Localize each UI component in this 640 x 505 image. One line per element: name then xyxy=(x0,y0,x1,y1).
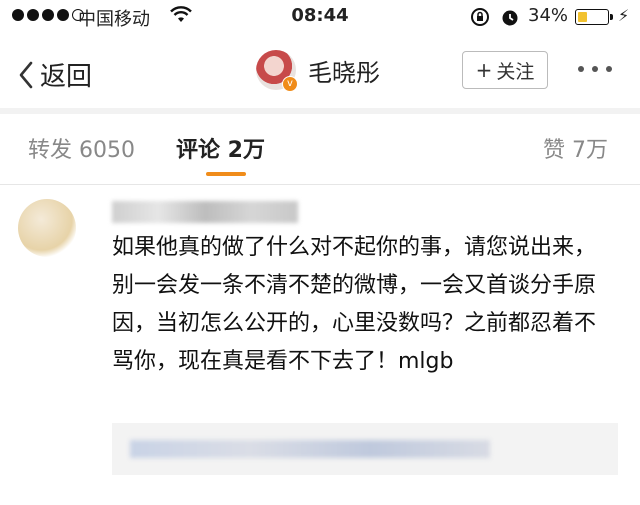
tab-likes[interactable]: 赞 7万 xyxy=(543,132,608,164)
tab-bar: 转发 6050 评论 2万 赞 7万 xyxy=(0,114,640,184)
profile-header[interactable]: v 毛晓彤 xyxy=(256,50,380,92)
charging-icon: ⚡ xyxy=(618,6,630,25)
plus-icon: + xyxy=(475,58,493,82)
back-label: 返回 xyxy=(40,62,93,92)
chevron-left-icon xyxy=(19,61,33,88)
battery-icon xyxy=(575,9,613,25)
reply-preview-blurred[interactable] xyxy=(112,423,618,475)
page-title: 毛晓彤 xyxy=(308,58,380,87)
commenter-name-blurred[interactable] xyxy=(112,201,298,223)
battery-percent: 34% xyxy=(528,5,569,26)
rotation-lock-icon xyxy=(470,7,490,32)
status-bar: 中国移动 08:44 34% ⚡ xyxy=(0,0,640,34)
follow-button[interactable]: + 关注 xyxy=(462,51,548,89)
back-button[interactable]: 返回 xyxy=(18,56,92,93)
nav-bar: 返回 v 毛晓彤 + 关注 xyxy=(0,36,640,106)
comment-text: 如果他真的做了什么对不起你的事，请您说出来，别一会发一条不清不楚的微博，一会又首… xyxy=(112,235,597,374)
active-tab-indicator xyxy=(206,172,246,176)
more-options-icon[interactable] xyxy=(578,66,612,72)
tab-reposts[interactable]: 转发 6050 xyxy=(28,132,135,164)
comment-item[interactable]: 如果他真的做了什么对不起你的事，请您说出来，别一会发一条不清不楚的微博，一会又首… xyxy=(0,185,640,505)
tab-comments[interactable]: 评论 2万 xyxy=(176,132,265,164)
avatar[interactable]: v xyxy=(256,50,298,92)
alarm-icon xyxy=(500,7,520,32)
verified-badge-icon: v xyxy=(282,76,298,92)
commenter-avatar[interactable] xyxy=(18,199,76,257)
follow-label: 关注 xyxy=(496,60,535,83)
